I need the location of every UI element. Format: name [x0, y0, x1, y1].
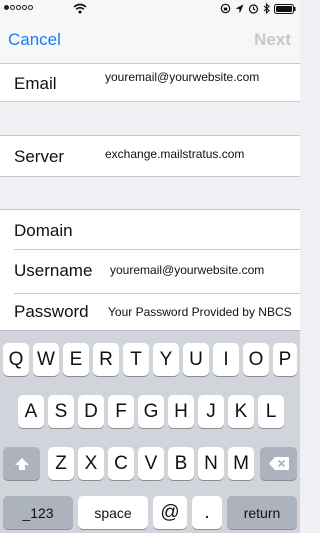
cancel-button[interactable]: Cancel: [8, 30, 61, 50]
server-label: Server: [14, 147, 65, 166]
return-key[interactable]: return: [227, 496, 297, 529]
key-s[interactable]: S: [48, 395, 74, 428]
key-q[interactable]: Q: [3, 343, 29, 376]
shift-key[interactable]: [3, 447, 40, 480]
navigation-bar: Cancel Next: [0, 20, 300, 64]
key-j[interactable]: J: [198, 395, 224, 428]
key-n[interactable]: N: [198, 447, 224, 480]
key-u[interactable]: U: [183, 343, 209, 376]
alarm-icon: [248, 4, 259, 14]
password-field[interactable]: Your Password Provided by NBCS: [108, 305, 292, 319]
keyboard: Q W E R T Y U I O P A S D F G H J K L Z …: [0, 330, 300, 533]
numbers-key[interactable]: _123: [3, 496, 73, 529]
next-button[interactable]: Next: [254, 30, 291, 50]
key-y[interactable]: Y: [153, 343, 179, 376]
username-field[interactable]: youremail@yourwebsite.com: [110, 263, 264, 277]
wifi-icon: [73, 3, 87, 14]
key-z[interactable]: Z: [48, 447, 74, 480]
key-k[interactable]: K: [228, 395, 254, 428]
key-x[interactable]: X: [78, 447, 104, 480]
key-e[interactable]: E: [63, 343, 89, 376]
account-section: Domain Username youremail@yourwebsite.co…: [0, 210, 300, 330]
battery-icon: [274, 3, 296, 14]
key-a[interactable]: A: [18, 395, 44, 428]
email-row[interactable]: Email youremail@yourwebsite.com: [0, 64, 300, 101]
domain-label: Domain: [14, 221, 73, 240]
divider: [0, 101, 300, 102]
status-bar: [0, 0, 300, 20]
email-label: Email: [14, 74, 57, 93]
email-field[interactable]: youremail@yourwebsite.com: [105, 70, 259, 84]
key-r[interactable]: R: [93, 343, 119, 376]
key-f[interactable]: F: [108, 395, 134, 428]
key-m[interactable]: M: [228, 447, 254, 480]
signal-strength-icon: [4, 5, 33, 10]
key-c[interactable]: C: [108, 447, 134, 480]
key-h[interactable]: H: [168, 395, 194, 428]
key-w[interactable]: W: [33, 343, 59, 376]
delete-key[interactable]: [260, 447, 297, 480]
key-o[interactable]: O: [243, 343, 269, 376]
shift-icon: [14, 457, 29, 470]
period-key[interactable]: .: [192, 496, 222, 529]
key-v[interactable]: V: [138, 447, 164, 480]
key-b[interactable]: B: [168, 447, 194, 480]
rotation-lock-icon: [220, 3, 231, 14]
key-i[interactable]: I: [213, 343, 239, 376]
key-g[interactable]: G: [138, 395, 164, 428]
space-key[interactable]: space: [78, 496, 148, 529]
server-row[interactable]: Server exchange.mailstratus.com: [0, 136, 300, 176]
password-label: Password: [14, 302, 89, 321]
username-label: Username: [14, 261, 93, 280]
key-t[interactable]: T: [123, 343, 149, 376]
divider: [0, 176, 300, 177]
key-l[interactable]: L: [258, 395, 284, 428]
server-field[interactable]: exchange.mailstratus.com: [105, 147, 244, 161]
key-d[interactable]: D: [78, 395, 104, 428]
divider: [14, 293, 300, 294]
location-icon: [235, 4, 244, 13]
bluetooth-icon: [263, 3, 270, 14]
at-key[interactable]: @: [153, 496, 187, 529]
delete-icon: [268, 457, 289, 470]
divider: [14, 249, 300, 250]
key-p[interactable]: P: [273, 343, 297, 376]
